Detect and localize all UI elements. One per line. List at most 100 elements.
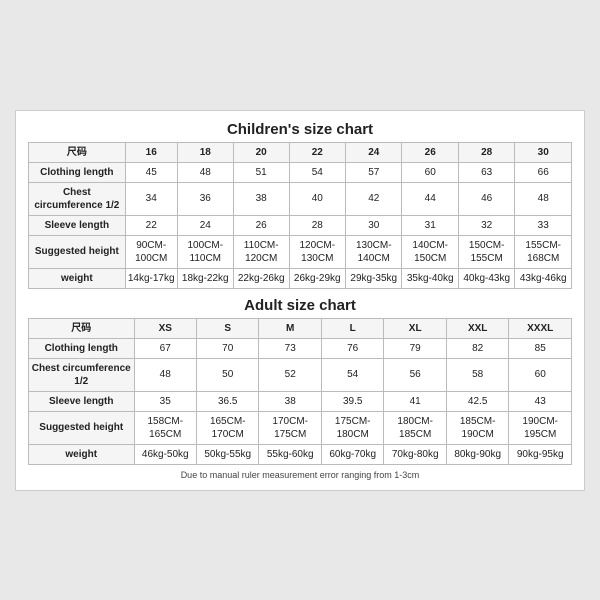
table-row: Suggested height90CM-100CM100CM-110CM110… xyxy=(29,235,572,268)
table-cell: 50kg-55kg xyxy=(196,444,258,464)
row-label: Sleeve length xyxy=(29,391,135,411)
adult-header-cell: M xyxy=(259,318,321,338)
table-cell: 56 xyxy=(384,358,446,391)
adult-header-cell: XXL xyxy=(446,318,508,338)
table-cell: 36 xyxy=(177,182,233,215)
table-cell: 100CM-110CM xyxy=(177,235,233,268)
adult-header-cell: L xyxy=(321,318,383,338)
table-cell: 22 xyxy=(125,215,177,235)
children-header-cell: 28 xyxy=(458,142,514,162)
table-cell: 42 xyxy=(346,182,402,215)
children-header-cell: 22 xyxy=(289,142,345,162)
table-cell: 29kg-35kg xyxy=(346,268,402,288)
table-cell: 50 xyxy=(196,358,258,391)
table-row: Clothing length4548515457606366 xyxy=(29,162,572,182)
table-cell: 28 xyxy=(289,215,345,235)
table-cell: 26 xyxy=(233,215,289,235)
table-cell: 66 xyxy=(515,162,572,182)
table-cell: 60 xyxy=(509,358,572,391)
table-cell: 70 xyxy=(196,338,258,358)
table-row: Chest circumference 1/248505254565860 xyxy=(29,358,572,391)
children-table: 尺码1618202224262830 Clothing length454851… xyxy=(28,142,572,289)
table-cell: 14kg-17kg xyxy=(125,268,177,288)
row-label: Suggested height xyxy=(29,235,126,268)
table-cell: 30 xyxy=(346,215,402,235)
row-label: Chest circumference 1/2 xyxy=(29,182,126,215)
row-label: Clothing length xyxy=(29,338,135,358)
table-cell: 43kg-46kg xyxy=(515,268,572,288)
table-cell: 45 xyxy=(125,162,177,182)
table-cell: 32 xyxy=(458,215,514,235)
table-cell: 51 xyxy=(233,162,289,182)
row-label: weight xyxy=(29,444,135,464)
table-row: weight14kg-17kg18kg-22kg22kg-26kg26kg-29… xyxy=(29,268,572,288)
table-cell: 130CM-140CM xyxy=(346,235,402,268)
children-header-cell: 16 xyxy=(125,142,177,162)
row-label: weight xyxy=(29,268,126,288)
table-cell: 90CM-100CM xyxy=(125,235,177,268)
table-cell: 43 xyxy=(509,391,572,411)
table-cell: 48 xyxy=(134,358,196,391)
table-row: Chest circumference 1/23436384042444648 xyxy=(29,182,572,215)
children-header-cell: 30 xyxy=(515,142,572,162)
table-cell: 67 xyxy=(134,338,196,358)
row-label: Sleeve length xyxy=(29,215,126,235)
table-cell: 73 xyxy=(259,338,321,358)
table-cell: 38 xyxy=(233,182,289,215)
children-chart-title: Children's size chart xyxy=(28,121,572,138)
table-cell: 35 xyxy=(134,391,196,411)
table-cell: 46kg-50kg xyxy=(134,444,196,464)
table-cell: 60 xyxy=(402,162,458,182)
table-cell: 46 xyxy=(458,182,514,215)
row-label: Suggested height xyxy=(29,411,135,444)
table-cell: 35kg-40kg xyxy=(402,268,458,288)
children-header-cell: 18 xyxy=(177,142,233,162)
table-cell: 85 xyxy=(509,338,572,358)
table-cell: 54 xyxy=(321,358,383,391)
children-header-cell: 20 xyxy=(233,142,289,162)
table-cell: 36.5 xyxy=(196,391,258,411)
table-cell: 60kg-70kg xyxy=(321,444,383,464)
table-cell: 24 xyxy=(177,215,233,235)
table-cell: 41 xyxy=(384,391,446,411)
table-row: Suggested height158CM-165CM165CM-170CM 17… xyxy=(29,411,572,444)
table-row: Sleeve length2224262830313233 xyxy=(29,215,572,235)
row-label: Clothing length xyxy=(29,162,126,182)
adult-header-cell: XS xyxy=(134,318,196,338)
table-cell: 79 xyxy=(384,338,446,358)
table-row: weight46kg-50kg50kg-55kg55kg-60kg60kg-70… xyxy=(29,444,572,464)
table-cell: 44 xyxy=(402,182,458,215)
row-label: Chest circumference 1/2 xyxy=(29,358,135,391)
table-row: Clothing length67707376798285 xyxy=(29,338,572,358)
table-cell: 150CM-155CM xyxy=(458,235,514,268)
table-cell: 18kg-22kg xyxy=(177,268,233,288)
table-cell: 48 xyxy=(515,182,572,215)
table-cell: 40kg-43kg xyxy=(458,268,514,288)
children-header-cell: 26 xyxy=(402,142,458,162)
table-cell: 58 xyxy=(446,358,508,391)
table-cell: 158CM-165CM xyxy=(134,411,196,444)
table-cell: 63 xyxy=(458,162,514,182)
table-cell: 52 xyxy=(259,358,321,391)
table-cell: 70kg-80kg xyxy=(384,444,446,464)
adult-header-cell: S xyxy=(196,318,258,338)
table-cell: 165CM-170CM xyxy=(196,411,258,444)
adult-header-cell: XL xyxy=(384,318,446,338)
children-header-cell: 尺码 xyxy=(29,142,126,162)
adult-header-cell: XXXL xyxy=(509,318,572,338)
adult-chart-title: Adult size chart xyxy=(28,297,572,314)
size-chart-container: Children's size chart 尺码1618202224262830… xyxy=(15,110,585,491)
table-cell: 190CM-195CM xyxy=(509,411,572,444)
table-cell: 54 xyxy=(289,162,345,182)
adult-table: 尺码XSSMLXLXXLXXXL Clothing length67707376… xyxy=(28,318,572,465)
table-cell: 110CM-120CM xyxy=(233,235,289,268)
table-cell: 185CM-190CM xyxy=(446,411,508,444)
adult-header-cell: 尺码 xyxy=(29,318,135,338)
table-cell: 175CM-180CM xyxy=(321,411,383,444)
table-cell: 180CM-185CM xyxy=(384,411,446,444)
measurement-note: Due to manual ruler measurement error ra… xyxy=(28,470,572,480)
children-header-cell: 24 xyxy=(346,142,402,162)
table-cell: 26kg-29kg xyxy=(289,268,345,288)
table-cell: 31 xyxy=(402,215,458,235)
table-row: Sleeve length3536.53839.54142.543 xyxy=(29,391,572,411)
